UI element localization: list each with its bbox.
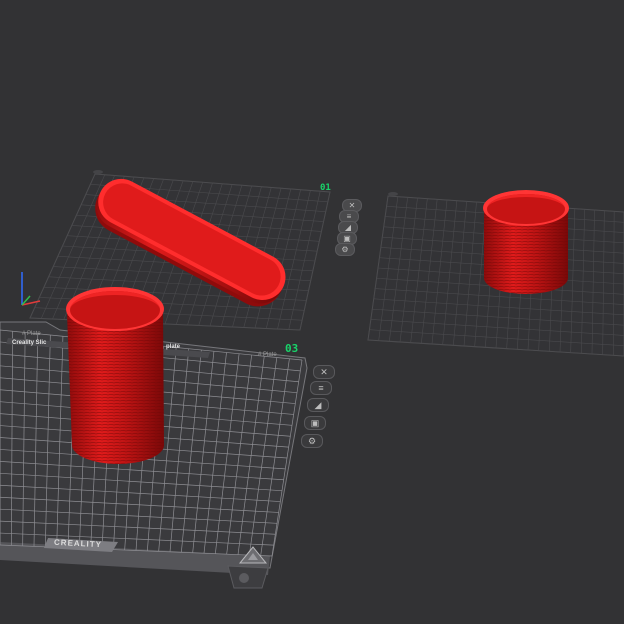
model-cylinder-small[interactable] <box>483 190 569 294</box>
plate-03-orient-button[interactable]: ◢ <box>307 398 329 412</box>
lock-icon: ▣ <box>343 234 351 243</box>
plate-03-settings-button[interactable]: ⚙ <box>301 434 323 448</box>
settings-icon: ⚙ <box>307 436 317 446</box>
plate-03-arrange-button[interactable]: ≡ <box>310 381 332 395</box>
close-icon: ✕ <box>348 201 356 210</box>
plate-01-number: 01 <box>320 183 331 193</box>
plate-03-close-button[interactable]: ✕ <box>313 365 335 379</box>
arrange-icon: ≡ <box>346 212 352 221</box>
plate-03-plug-icon <box>239 573 249 583</box>
plate-03-tag-right: # Plate <box>258 352 277 358</box>
plate-03-tag-left: # Plate <box>22 331 41 337</box>
model-cylinder-tall[interactable] <box>66 287 164 464</box>
plate-03-number: 03 <box>285 342 299 355</box>
axis-gizmo <box>21 272 41 306</box>
build-scene[interactable] <box>0 0 624 624</box>
cylinder-tall-layers <box>67 313 164 464</box>
plate-03-title-left: Creality Slic <box>12 340 47 346</box>
3d-viewport[interactable]: 01 ✕ ≡ ◢ ▣ ⚙ 03 # Plate # Plate Creality… <box>0 0 624 624</box>
arrange-icon: ≡ <box>318 383 324 393</box>
orient-icon: ◢ <box>314 400 322 410</box>
plate-01-corner-marker <box>93 170 103 174</box>
plate-03-title-right: plate <box>166 344 181 350</box>
plate-02-corner-marker <box>388 192 398 196</box>
plate-03-lock-button[interactable]: ▣ <box>304 416 326 430</box>
lock-icon: ▣ <box>310 418 320 428</box>
close-icon: ✕ <box>320 367 328 377</box>
orient-icon: ◢ <box>344 223 352 232</box>
settings-icon: ⚙ <box>341 245 349 254</box>
plate-01-settings-button[interactable]: ⚙ <box>335 243 355 256</box>
